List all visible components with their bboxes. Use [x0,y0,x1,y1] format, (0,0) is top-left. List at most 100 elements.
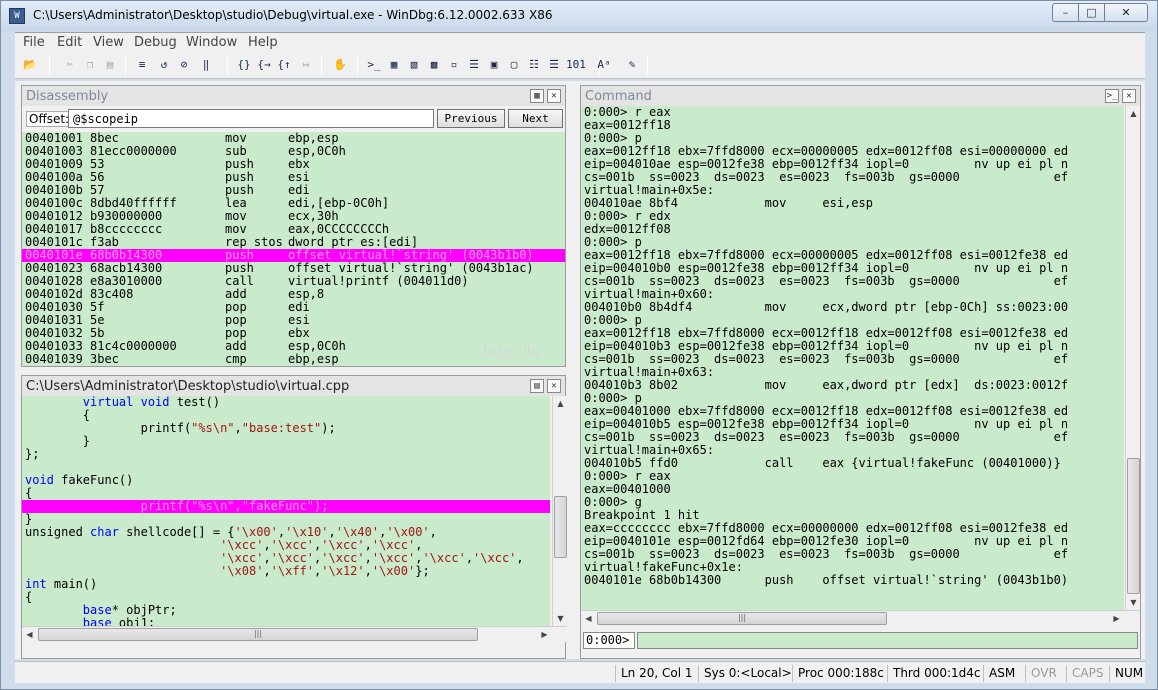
disassembly-options-button[interactable]: ▦ [530,89,544,103]
memory-window-icon[interactable]: ▫ [445,55,463,74]
step-over-icon[interactable]: {→ [255,55,273,74]
title-bar[interactable]: W C:\Users\Administrator\Desktop\studio\… [1,1,1157,31]
source-token [25,538,220,552]
source-mode-icon[interactable]: ☰ [545,55,563,74]
window-title: C:\Users\Administrator\Desktop\studio\De… [33,8,553,22]
previous-button[interactable]: Previous [437,109,505,128]
command-horizontal-scrollbar[interactable]: ◀ ||| ▶ [581,610,1140,626]
scroll-left-icon[interactable]: ◀ [581,611,596,626]
menu-edit[interactable]: Edit [57,35,82,50]
next-button[interactable]: Next [508,109,563,128]
command-close-button[interactable]: ✕ [1122,89,1136,103]
source-line[interactable]: virtual void test() [22,396,550,409]
font-icon[interactable]: Aᵃ [595,55,613,74]
source-vertical-scrollbar[interactable]: ▲ ▼ [552,396,567,626]
disassembly-listing[interactable]: 00401001 8bec mov ebp,esp 00401003 81ecc00000… [22,132,565,366]
hex-icon[interactable]: 101 [566,55,586,74]
maximize-button[interactable]: □ [1078,3,1105,22]
source-token: void [25,473,54,487]
scroll-down-icon[interactable]: ▼ [1126,595,1141,610]
scroll-up-icon[interactable]: ▲ [1126,106,1141,121]
insert-breakpoint-icon[interactable]: ✋ [331,55,349,74]
source-code[interactable]: virtual void test() { printf("%s\n","bas… [22,396,550,626]
source-line[interactable]: printf("%s\n","fakeFunc"); [22,500,550,513]
watch-window-icon[interactable]: ▦ [385,55,403,74]
cut-icon[interactable]: ✂ [61,55,79,74]
source-token: '\x00' [234,525,278,539]
menu-window[interactable]: Window [186,35,237,50]
menu-debug[interactable]: Debug [134,35,177,50]
source-close-button[interactable]: ✕ [547,379,561,393]
source-line[interactable]: }; [22,448,550,461]
source-token: , [263,538,271,552]
paste-icon[interactable]: ▤ [101,55,119,74]
open-icon[interactable]: 📂 [21,55,39,74]
copy-icon[interactable]: ❐ [81,55,99,74]
menu-help[interactable]: Help [248,35,278,50]
command-input[interactable] [637,632,1138,649]
command-vertical-scrollbar[interactable]: ▲ ▼ [1125,106,1140,610]
source-token [25,564,220,578]
command-output-line: eax=0012ff18 [584,118,671,132]
source-line[interactable]: '\x08','\xff','\x12','\x00'}; [22,565,550,578]
command-options-button[interactable]: >_ [1105,89,1119,103]
locals-window-icon[interactable]: ▧ [405,55,423,74]
source-token: , [263,551,271,565]
source-line[interactable]: int main() [22,578,550,591]
windbg-window: W C:\Users\Administrator\Desktop\studio\… [0,0,1158,690]
go-icon[interactable]: ≡ [133,55,151,74]
scratch-pad-icon[interactable]: ▢ [505,55,523,74]
scroll-thumb[interactable] [554,496,567,558]
scroll-left-icon[interactable]: ◀ [22,627,37,642]
disassembly-close-button[interactable]: ✕ [547,89,561,103]
menu-file[interactable]: File [23,35,45,50]
minimize-button[interactable]: – [1052,3,1079,22]
source-token: '\xcc' [422,551,466,565]
disassembly-window-icon[interactable]: ▣ [485,55,503,74]
processes-threads-icon[interactable]: ☷ [525,55,543,74]
step-out-icon[interactable]: {↑ [275,55,293,74]
source-token: , [516,551,524,565]
call-stack-icon[interactable]: ☰ [465,55,483,74]
status-num: NUM [1109,665,1148,682]
source-line[interactable]: base obj1; [22,617,550,627]
restart-icon[interactable]: ↺ [155,55,173,74]
scroll-thumb[interactable]: ||| [597,612,887,625]
break-icon[interactable]: ‖ [197,55,215,74]
run-to-cursor-icon[interactable]: ↦ [297,55,315,74]
close-icon: ✕ [551,381,557,391]
command-output[interactable]: 0:000> r eax eax=0012ff18 0:000> p eax=0012… [581,106,1124,610]
disassembly-bytes: 3bec [90,352,119,366]
scroll-down-icon[interactable]: ▼ [553,611,568,626]
scroll-thumb[interactable] [1127,458,1140,594]
source-line[interactable]: printf("%s\n","base:test"); [22,422,550,435]
menu-view[interactable]: View [93,35,124,50]
options-icon[interactable]: ✎ [623,55,641,74]
offset-input[interactable]: @$scopeip [68,109,434,128]
close-button[interactable]: ✕ [1104,3,1148,22]
source-options-button[interactable]: ▤ [530,379,544,393]
stop-icon[interactable]: ⊘ [175,55,193,74]
offset-label: Offset: [26,111,73,127]
close-icon: ✕ [1121,6,1131,19]
status-system: Sys 0:<Local> [698,665,797,682]
source-line[interactable]: } [22,435,550,448]
app-icon: W [9,8,25,24]
disassembly-address: 00401039 [25,352,83,366]
toolbar-separator [49,55,50,75]
command-window-icon[interactable]: >_ [365,55,383,74]
source-horizontal-scrollbar[interactable]: ◀ ||| ▶ [22,626,567,642]
registers-window-icon[interactable]: ▩ [425,55,443,74]
source-token: char [90,525,119,539]
scroll-right-icon[interactable]: ▶ [1109,611,1124,626]
scroll-up-icon[interactable]: ▲ [553,396,568,411]
scroll-thumb[interactable]: ||| [38,628,478,641]
scroll-right-icon[interactable]: ▶ [537,627,552,642]
command-output-line: 004010b0 8b4df4 mov ecx,dword ptr [ebp-0… [584,300,1069,314]
source-token: base [82,603,112,617]
source-token: shellcode[] = { [118,525,235,539]
status-process: Proc 000:188c [792,665,889,682]
step-into-icon[interactable]: {} [235,55,253,74]
source-line[interactable]: void fakeFunc() [22,474,550,487]
disassembly-title: Disassembly ▦ ✕ [22,86,565,106]
